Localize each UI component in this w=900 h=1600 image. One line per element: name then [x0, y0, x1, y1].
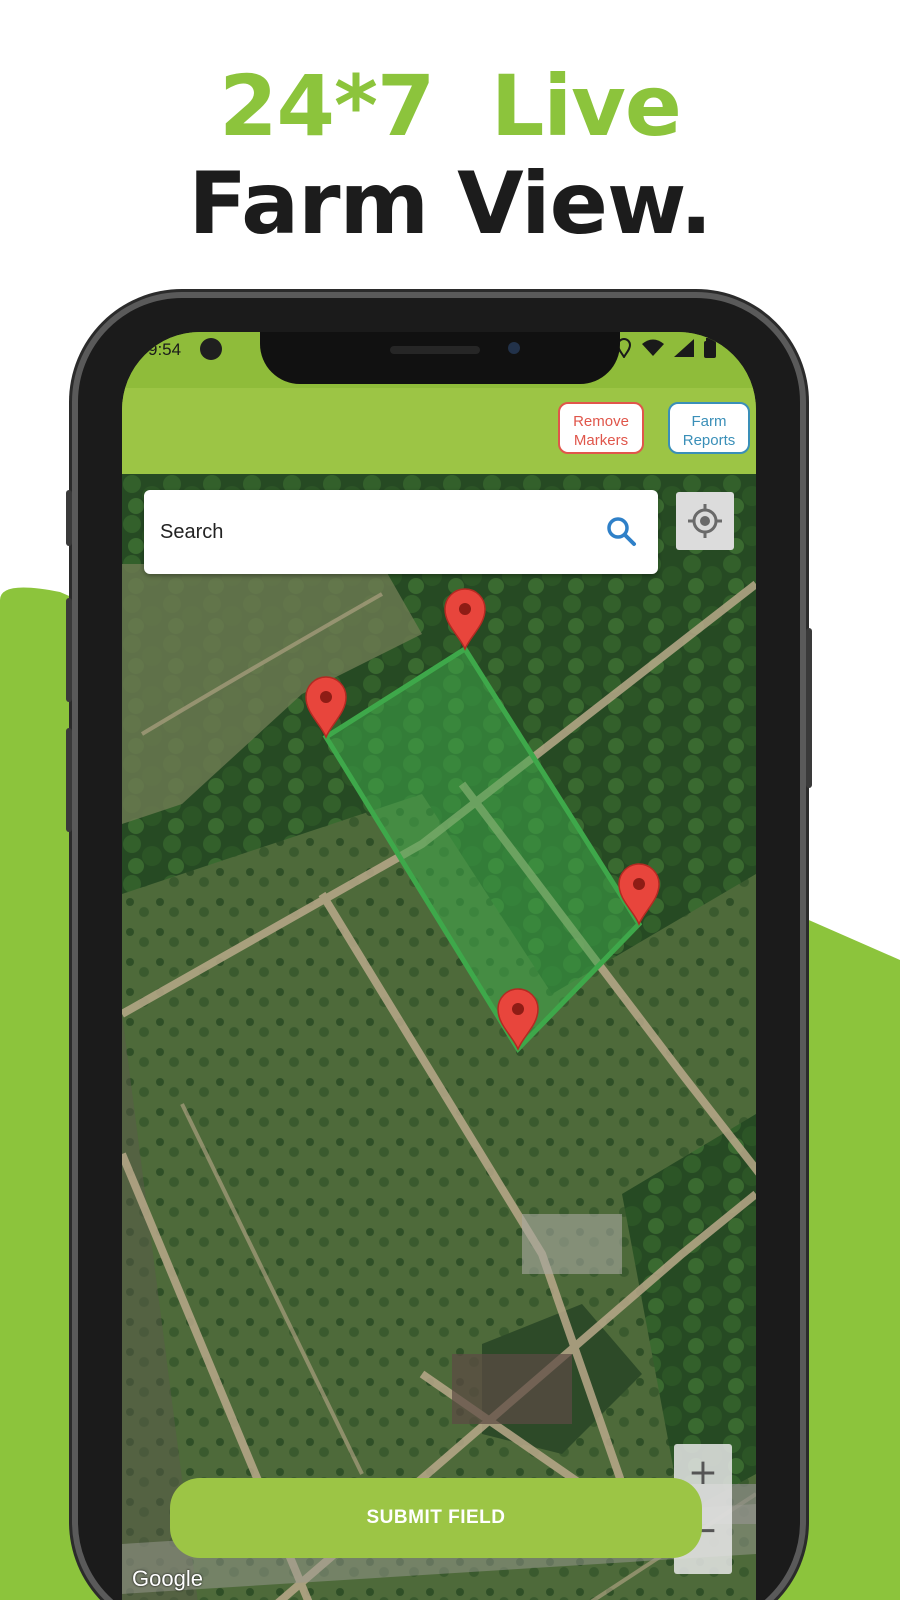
notch-speaker [390, 346, 480, 354]
google-attribution: Google [132, 1566, 203, 1591]
phone-mute-switch [66, 490, 72, 546]
satellite-map[interactable] [122, 474, 756, 1600]
my-location-icon [688, 504, 722, 538]
search-input[interactable] [160, 514, 580, 550]
farm-reports-button[interactable]: Farm Reports [668, 402, 750, 454]
phone-volume-up [66, 598, 72, 702]
battery-icon [704, 338, 716, 358]
app-bar: Remove Markers Farm Reports [122, 388, 756, 474]
wifi-icon [642, 339, 664, 356]
remove-markers-label-1: Remove [573, 412, 629, 430]
status-time: 9:54 [148, 340, 182, 359]
phone-notch [260, 332, 620, 384]
remove-markers-label-2: Markers [573, 431, 629, 449]
my-location-button[interactable] [676, 492, 734, 550]
phone-call-icon [200, 338, 222, 360]
phone-screen: 9:54 Remove Markers Farm Reports Search … [122, 332, 756, 1600]
search-icon[interactable] [604, 514, 638, 548]
phone-volume-down [66, 728, 72, 832]
status-icons [616, 338, 716, 358]
search-box [144, 490, 658, 574]
phone-power-button [806, 628, 812, 788]
submit-field-button[interactable]: SUBMIT FIELD [170, 1478, 702, 1558]
notch-camera [508, 342, 520, 354]
headline: 24*7 Live Farm View. [0, 58, 900, 254]
headline-line-1: 24*7 Live [219, 57, 682, 155]
farm-reports-label-1: Farm [691, 412, 727, 430]
signal-icon [674, 339, 694, 357]
phone-frame: 9:54 Remove Markers Farm Reports Search … [66, 292, 812, 1600]
headline-line-2: Farm View. [188, 154, 712, 254]
remove-markers-button[interactable]: Remove Markers [558, 402, 644, 454]
farm-reports-label-2: Reports [682, 431, 736, 449]
